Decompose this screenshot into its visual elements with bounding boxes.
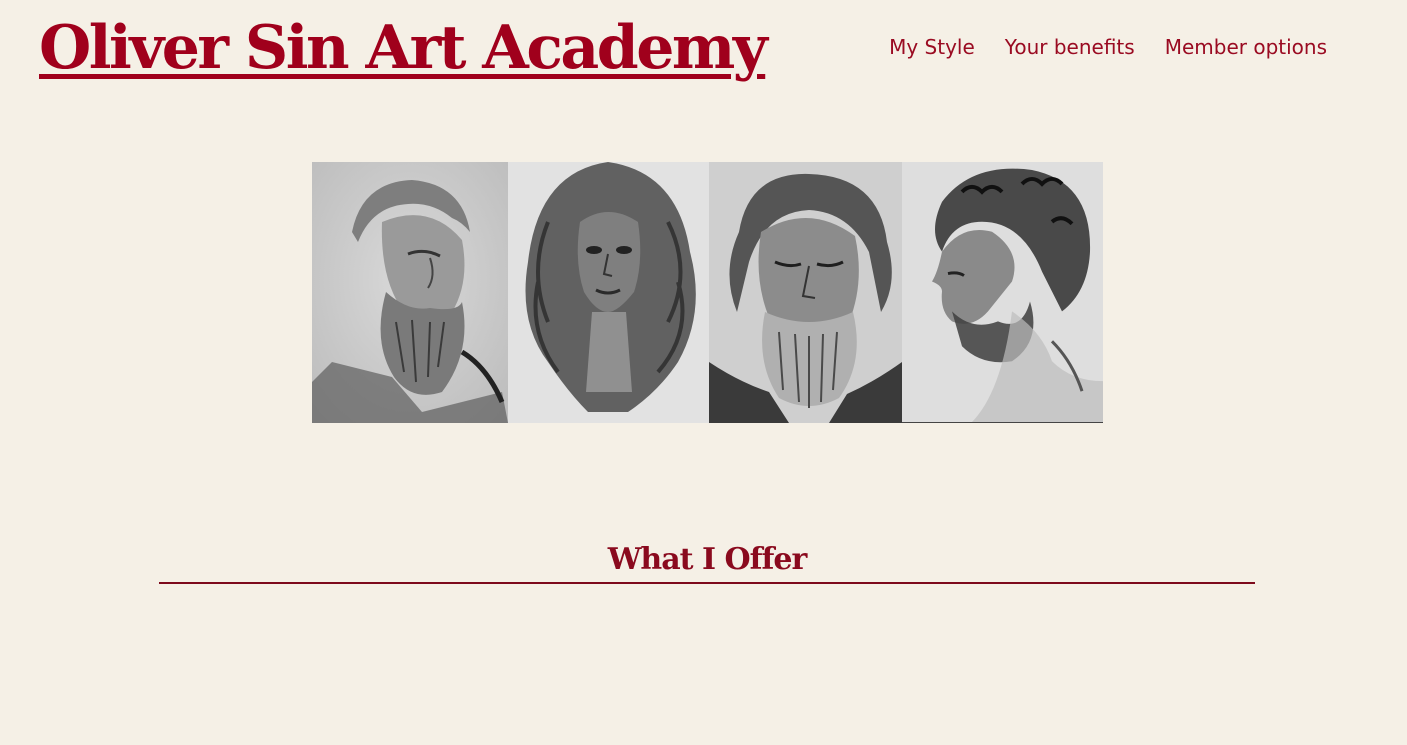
main-navigation: My Style Your benefits Member options — [889, 33, 1327, 61]
portrait-gallery — [312, 162, 1103, 423]
site-title-link[interactable]: Oliver Sin Art Academy — [39, 8, 768, 88]
section-title-what-i-offer: What I Offer — [607, 542, 808, 577]
nav-link-my-style[interactable]: My Style — [889, 33, 975, 61]
old-man-eyes-closed-portrait-drawing — [709, 162, 902, 423]
bearded-old-man-portrait-drawing — [312, 162, 508, 423]
section-divider — [159, 582, 1255, 584]
nav-link-member-options[interactable]: Member options — [1165, 33, 1327, 61]
man-profile-portrait-drawing — [902, 162, 1103, 423]
nav-link-your-benefits[interactable]: Your benefits — [1005, 33, 1135, 61]
woman-long-hair-portrait-drawing — [508, 162, 709, 423]
